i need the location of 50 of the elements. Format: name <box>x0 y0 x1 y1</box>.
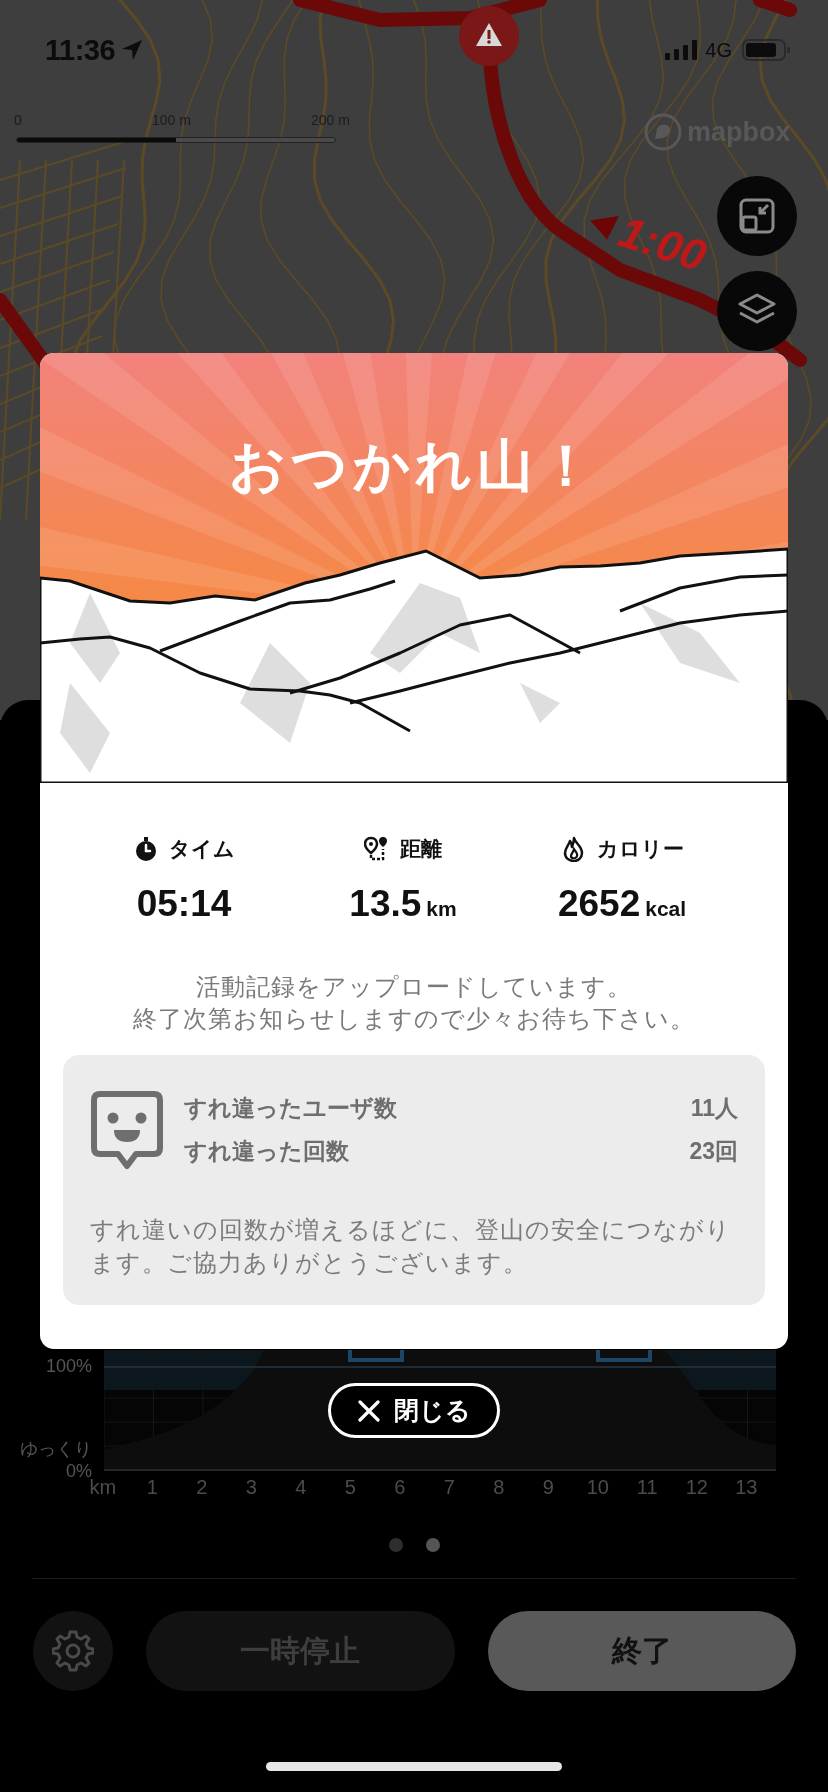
axis-label: 0% <box>66 1460 92 1481</box>
stat-label: タイム <box>169 836 235 862</box>
network-label: 4G <box>705 38 732 62</box>
warning-icon <box>458 5 520 67</box>
axis-label: 7 <box>442 1476 456 1499</box>
settings-icon <box>52 1630 94 1672</box>
stat-value: 13.5 <box>349 883 422 925</box>
smiley-speech-bubble-icon <box>90 1090 164 1170</box>
axis-label: ゆっくり <box>20 1438 92 1460</box>
battery-icon <box>742 39 790 61</box>
page-indicator-dot[interactable] <box>388 1538 403 1552</box>
encounter-label: すれ違ったユーザ数 <box>184 1094 397 1123</box>
stat-unit: km <box>426 897 457 921</box>
exit-fullscreen-icon <box>739 198 775 234</box>
axis-label: 3 <box>244 1476 258 1499</box>
close-icon <box>357 1399 380 1422</box>
stat-label: 距離 <box>400 836 442 862</box>
axis-label: 11 <box>635 1476 659 1499</box>
stat-value: 05:14 <box>136 883 232 925</box>
axis-label: 9 <box>541 1476 555 1499</box>
close-button[interactable]: 閉じる <box>328 1383 500 1438</box>
upload-message: 終了次第お知らせしますので少々お待ち下さい。 <box>133 1004 695 1034</box>
mapbox-logo-icon <box>643 112 683 152</box>
location-arrow-icon <box>121 39 144 61</box>
axis-label: 10 <box>585 1476 610 1499</box>
stopwatch-icon <box>133 836 159 862</box>
encounter-note: すれ違いの回数が増えるほどに、登山の安全につながります。ご協力ありがとうございます。 <box>90 1215 732 1278</box>
axis-label: km <box>89 1476 118 1499</box>
axis-label: 2 <box>195 1476 209 1499</box>
stat-value: 2652 <box>557 883 641 925</box>
page-indicator-dot[interactable] <box>425 1538 440 1552</box>
stat-unit: kcal <box>645 897 687 921</box>
dialog-title: おつかれ山！ <box>228 433 600 499</box>
upload-message: 活動記録をアップロードしています。 <box>196 972 632 1002</box>
route-time-marker: 1:00 <box>612 206 713 282</box>
axis-label: 1 <box>145 1476 159 1499</box>
route-pins-icon <box>364 836 390 862</box>
axis-label: 100% <box>45 1355 92 1377</box>
stat-label: カロリー <box>596 836 684 862</box>
encounter-value: 23回 <box>689 1137 738 1166</box>
finish-button[interactable]: 終了 <box>487 1611 796 1691</box>
axis-label: 6 <box>393 1476 407 1499</box>
signal-icon <box>665 40 698 60</box>
axis-label: 13 <box>734 1476 759 1499</box>
axis-label: 4 <box>294 1476 308 1499</box>
axis-label: 5 <box>343 1476 357 1499</box>
axis-label: 12 <box>684 1476 709 1499</box>
axis-label: 8 <box>492 1476 506 1499</box>
encounter-label: すれ違った回数 <box>184 1137 349 1166</box>
encounter-value: 11人 <box>690 1094 738 1123</box>
